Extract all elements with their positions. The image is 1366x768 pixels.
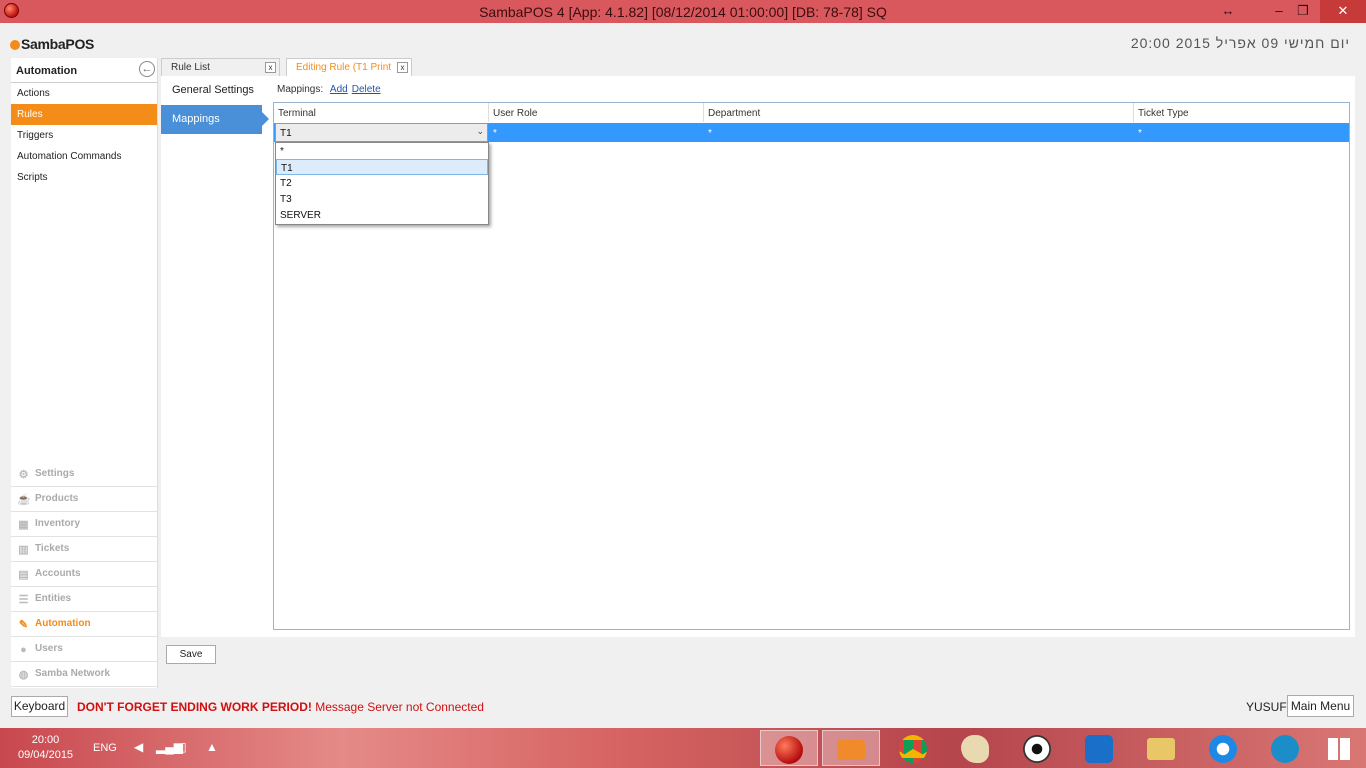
save-button[interactable]: Save [166,645,216,664]
module-label: Tickets [35,543,70,554]
paint-taskbar-icon[interactable] [946,730,1004,766]
module-label: Inventory [35,518,81,529]
subnav-mappings[interactable]: Mappings [161,105,269,134]
module-automation[interactable]: ✎ Automation [11,612,158,637]
maximize-button[interactable]: ❐ [1286,0,1320,23]
file-explorer-taskbar-icon[interactable] [1132,730,1190,766]
add-mapping-link[interactable]: Add [330,84,348,95]
editor-panel: General Settings Mappings Mappings: Add D… [161,76,1355,637]
close-tab-icon[interactable]: x [397,62,408,73]
sidebar-item-rules[interactable]: Rules [11,104,157,125]
module-label: Entities [35,593,72,604]
cell-user-role[interactable]: * [489,123,497,142]
rule-editor-subnav: General Settings Mappings [161,76,269,637]
module-samba-network[interactable]: ◍ Samba Network [11,662,158,687]
resize-icon[interactable]: ↔ [1211,0,1245,23]
dropdown-option[interactable]: T2 [276,175,488,191]
module-label: Products [35,493,79,504]
windows-start-icon[interactable] [1310,730,1366,766]
module-label: Samba Network [35,668,111,679]
column-header-ticket-type[interactable]: Ticket Type [1134,103,1349,122]
show-hidden-icons-icon[interactable]: ▲ [206,740,218,754]
dropdown-option[interactable]: SERVER [276,207,488,223]
sidebar-item-automation-commands[interactable]: Automation Commands [11,146,157,167]
main-menu-button[interactable]: Main Menu [1287,695,1354,717]
status-bar: Keyboard DON'T FORGET ENDING WORK PERIOD… [0,692,1366,720]
back-arrow-icon[interactable]: ← [139,61,155,77]
dropdown-option[interactable]: T3 [276,191,488,207]
sambapos-taskbar-icon[interactable] [760,730,818,766]
mappings-grid: Terminal User Role Department Ticket Typ… [273,102,1350,630]
internet-explorer-taskbar-icon[interactable] [1194,730,1252,766]
message-server-status: Message Server not Connected [315,700,484,714]
module-label: Users [35,643,63,654]
column-header-user-role[interactable]: User Role [489,103,704,122]
dropdown-option[interactable]: T1 [276,159,488,175]
title-bar: SambaPOS 4 [App: 4.1.82] [08/12/2014 01:… [0,0,1366,23]
column-header-department[interactable]: Department [704,103,1134,122]
status-message: DON'T FORGET ENDING WORK PERIOD! Message… [77,700,484,714]
header-datetime: יום חמישי 09 אפריל 2015 20:00 [1130,35,1350,51]
work-period-warning: DON'T FORGET ENDING WORK PERIOD! [77,700,312,714]
boxes-icon: ▦ [18,519,29,531]
tab-rule-list[interactable]: Rule List x [161,58,280,76]
input-language[interactable]: ENG [93,742,117,754]
mappings-toolbar: Mappings: Add Delete [277,84,381,95]
sambapos-logo: SambaPOS [10,36,94,52]
window-title: SambaPOS 4 [App: 4.1.82] [08/12/2014 01:… [479,4,887,20]
column-header-terminal[interactable]: Terminal [274,103,489,122]
windows-taskbar: 20:00 09/04/2015 ENG ◀ ▂▄▆ ▯ ▲ [0,728,1366,768]
cell-department[interactable]: * [704,123,712,142]
system-clock[interactable]: 20:00 09/04/2015 [18,733,73,763]
eye-app-taskbar-icon[interactable] [1008,730,1066,766]
module-accounts[interactable]: ▤ Accounts [11,562,158,587]
yes-app-taskbar-icon[interactable] [1256,730,1314,766]
cell-ticket-type[interactable]: * [1134,123,1142,142]
module-settings[interactable]: ⚙ Settings [11,462,158,487]
nav-section-title: Automation ← [11,58,157,83]
module-products[interactable]: ☕ Products [11,487,158,512]
globe-icon: ◍ [18,669,29,681]
module-users[interactable]: ● Users [11,637,158,662]
user-icon: ● [20,644,27,656]
subnav-general-settings[interactable]: General Settings [161,76,262,105]
terminal-combobox[interactable]: T1 ⌄ [275,123,488,142]
module-label: Accounts [35,568,81,579]
app-header: SambaPOS יום חמישי 09 אפריל 2015 20:00 [0,23,1366,57]
list-icon: ☰ [18,594,29,606]
terminal-dropdown-list: * T1 T2 T3 SERVER [275,142,489,225]
close-button[interactable]: ✕ [1320,0,1366,23]
cup-icon: ☕ [17,494,31,506]
mail-taskbar-icon[interactable] [822,730,880,766]
calculator-icon: ▤ [18,569,29,581]
mappings-label: Mappings: [277,84,324,95]
network-signal-icon[interactable]: ▂▄▆ [156,740,183,754]
dropdown-option[interactable]: * [276,143,488,159]
module-tickets[interactable]: ▥ Tickets [11,537,158,562]
chevron-down-icon[interactable]: ⌄ [476,126,484,137]
volume-icon[interactable]: ◀ [134,740,143,754]
module-list: ⚙ Settings ☕ Products ▦ Inventory ▥ Tickets ▤ Acc… [11,462,158,687]
sidebar-item-scripts[interactable]: Scripts [11,167,157,188]
left-navigation: Automation ← Actions Rules Triggers Automat… [11,58,158,688]
delete-mapping-link[interactable]: Delete [352,84,381,95]
close-tab-icon[interactable]: x [265,62,276,73]
teamviewer-taskbar-icon[interactable] [1070,730,1128,766]
module-inventory[interactable]: ▦ Inventory [11,512,158,537]
chrome-taskbar-icon[interactable] [884,730,942,766]
sidebar-item-triggers[interactable]: Triggers [11,125,157,146]
keyboard-button[interactable]: Keyboard [11,696,68,717]
module-label: Automation [35,618,91,629]
module-label: Settings [35,468,75,479]
pencil-icon: ✎ [18,619,29,631]
logo-dot-icon [10,40,20,50]
module-entities[interactable]: ☰ Entities [11,587,158,612]
gear-icon: ⚙ [18,469,29,481]
ticket-icon: ▥ [18,544,29,556]
tab-editing-rule[interactable]: Editing Rule (T1 Print x [286,58,412,76]
current-user: YUSUF [1246,700,1287,714]
sidebar-item-actions[interactable]: Actions [11,83,157,104]
battery-icon[interactable]: ▯ [180,740,187,754]
